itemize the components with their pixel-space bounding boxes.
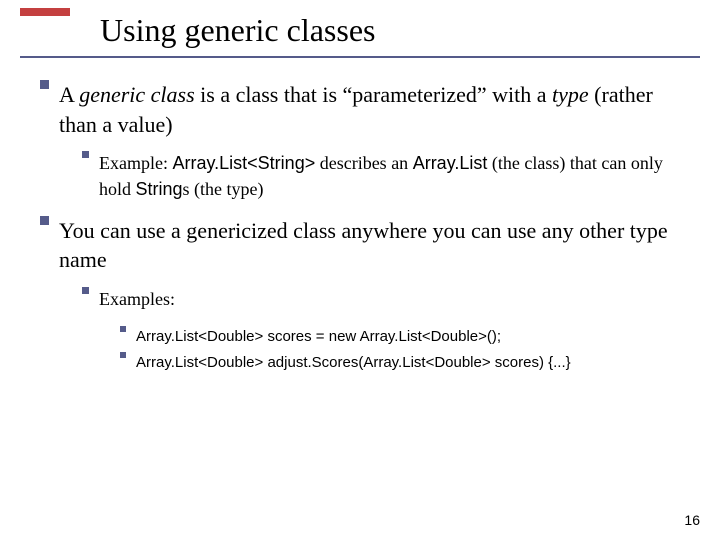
square-bullet-icon — [82, 151, 89, 158]
slide-content: A generic class is a class that is “para… — [40, 80, 690, 377]
title-block: Using generic classes — [100, 12, 690, 55]
code-example: Array.List<Double> adjust.Scores(Array.L… — [136, 352, 690, 375]
bullet-level1: You can use a genericized class anywhere… — [40, 216, 690, 275]
text-italic: generic class — [79, 82, 194, 107]
square-bullet-icon — [82, 287, 89, 294]
bullet-level2: Example: Array.List<String> describes an… — [82, 151, 690, 201]
text-code: Array.List — [413, 153, 488, 173]
accent-bar — [20, 8, 70, 16]
text-run: Example: — [99, 153, 172, 173]
bullet-level3: Array.List<Double> scores = new Array.Li… — [120, 326, 690, 349]
square-bullet-icon — [40, 80, 49, 89]
slide-title: Using generic classes — [100, 12, 690, 55]
text-run: is a class that is “parameterized” with … — [195, 82, 552, 107]
text-run: describes an — [315, 153, 412, 173]
square-bullet-icon — [40, 216, 49, 225]
bullet-level2: Examples: — [82, 287, 690, 312]
text-run: s (the type) — [183, 179, 264, 199]
text-code: Array.List<String> — [172, 153, 315, 173]
bullet-text: Examples: — [99, 287, 690, 312]
square-bullet-icon — [120, 326, 126, 332]
bullet-level1: A generic class is a class that is “para… — [40, 80, 690, 139]
code-example: Array.List<Double> scores = new Array.Li… — [136, 326, 690, 349]
text-italic: type — [552, 82, 589, 107]
text-run: A — [59, 82, 79, 107]
bullet-text: Example: Array.List<String> describes an… — [99, 151, 690, 201]
bullet-text: A generic class is a class that is “para… — [59, 80, 690, 139]
text-code: String — [136, 179, 183, 199]
square-bullet-icon — [120, 352, 126, 358]
page-number: 16 — [684, 512, 700, 528]
bullet-text: You can use a genericized class anywhere… — [59, 216, 690, 275]
title-underline — [20, 56, 700, 58]
bullet-level3: Array.List<Double> adjust.Scores(Array.L… — [120, 352, 690, 375]
